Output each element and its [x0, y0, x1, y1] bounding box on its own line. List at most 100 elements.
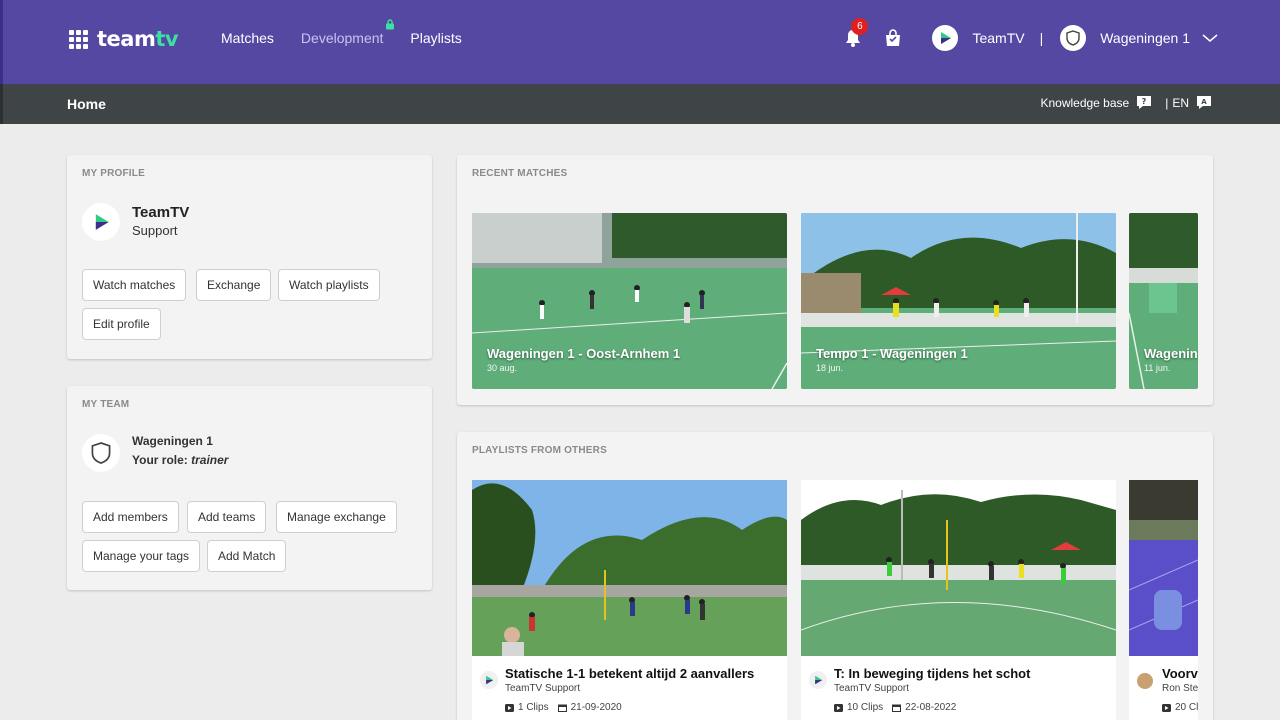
- nav-playlists[interactable]: Playlists: [410, 30, 461, 46]
- notification-badge: 6: [851, 18, 869, 35]
- match-video-still: [801, 213, 1116, 389]
- team-avatar[interactable]: [1060, 25, 1087, 51]
- teamtv-logo[interactable]: teamtv: [97, 27, 179, 51]
- match-thumbnail[interactable]: Wageningen 1 - Oost-Arnhem 1 30 aug.: [472, 213, 787, 389]
- translate-icon[interactable]: A: [1195, 95, 1213, 110]
- brand[interactable]: teamtv: [69, 27, 179, 51]
- playlist-meta: 10 Clips 22-08-2022: [834, 702, 956, 713]
- manage-exchange-button[interactable]: Manage exchange: [276, 501, 397, 533]
- playlist-title: T: In beweging tijdens het schot: [834, 666, 1031, 681]
- playlist-clip-count: 20 Cl: [1175, 702, 1198, 713]
- match-video-still: [472, 213, 787, 389]
- nav-matches[interactable]: Matches: [221, 30, 274, 46]
- add-members-button[interactable]: Add members: [82, 501, 179, 533]
- team-role-value: trainer: [191, 453, 229, 467]
- playlist-meta: 20 Cl: [1162, 702, 1198, 713]
- svg-text:A: A: [1201, 98, 1207, 106]
- teamtv-play-icon: [95, 214, 109, 230]
- top-navigation-bar: teamtv Matches Development Playlists 6 T…: [0, 0, 1280, 84]
- nav-development[interactable]: Development: [300, 19, 395, 46]
- language-separator: |: [1165, 95, 1169, 110]
- sub-bar-right: Knowledge base ? | EN A: [1040, 95, 1213, 110]
- calendar-icon: [557, 704, 567, 712]
- shopping-bag-icon: [886, 29, 901, 46]
- playlist-avatar: [480, 671, 498, 689]
- knowledge-base-link[interactable]: Knowledge base: [1040, 96, 1129, 110]
- watch-playlists-button[interactable]: Watch playlists: [278, 269, 380, 301]
- team-avatar-large: [82, 434, 120, 472]
- profile-avatar: [82, 203, 120, 241]
- playlist-meta: 1 Clips 21-09-2020: [505, 702, 622, 713]
- playlist-title: Statische 1-1 betekent altijd 2 aanvalle…: [505, 666, 755, 681]
- playlist-thumbnail[interactable]: [472, 480, 787, 656]
- chevron-down-icon[interactable]: [1202, 33, 1218, 43]
- video-icon: [1162, 703, 1171, 712]
- match-title: Tempo 1 - Wageningen 1: [816, 346, 968, 361]
- my-team-card: MY TEAM Wageningen 1 Your role: trainer …: [67, 386, 432, 590]
- playlist-date: 21-09-2020: [570, 702, 622, 713]
- playlist-info[interactable]: T: In beweging tijdens het schot TeamTV …: [801, 656, 1116, 720]
- teamtv-play-icon: [486, 675, 494, 685]
- match-thumbnail[interactable]: Tempo 1 - Wageningen 1 18 jun.: [801, 213, 1116, 389]
- match-title: Wagenin: [1144, 346, 1198, 361]
- playlist-clip-count: 1 Clips: [518, 702, 549, 713]
- match-title: Wageningen 1 - Oost-Arnhem 1: [487, 346, 681, 361]
- watch-matches-button[interactable]: Watch matches: [82, 269, 187, 301]
- playlist-video-still: [801, 480, 1116, 656]
- teamtv-play-icon: [941, 32, 952, 44]
- playlist-title: Voorv: [1162, 666, 1198, 681]
- match-date: 11 jun.: [1144, 363, 1171, 373]
- playlists-title: PLAYLISTS FROM OTHERS: [472, 445, 607, 456]
- sub-navigation-bar: Home Knowledge base ? | EN A: [0, 84, 1280, 124]
- profile-role: Support: [132, 223, 178, 238]
- language-switcher[interactable]: EN: [1172, 96, 1189, 110]
- shield-icon: [1066, 30, 1080, 46]
- edit-profile-button[interactable]: Edit profile: [82, 308, 161, 340]
- match-thumbnail[interactable]: Wagenin 11 jun.: [1129, 213, 1198, 389]
- playlist-avatar: [809, 671, 827, 689]
- playlist-thumbnail[interactable]: [801, 480, 1116, 656]
- author-avatar: [1135, 671, 1155, 691]
- playlist-author: TeamTV Support: [834, 683, 910, 694]
- teamtv-play-icon: [815, 675, 823, 685]
- playlists-card: PLAYLISTS FROM OTHERS Statische 1-1 bete…: [457, 432, 1213, 720]
- video-icon: [834, 703, 843, 712]
- help-chat-icon[interactable]: ?: [1135, 95, 1153, 110]
- shield-icon: [91, 442, 111, 464]
- playlist-author: TeamTV Support: [505, 683, 581, 694]
- team-switcher[interactable]: Wageningen 1: [1100, 30, 1190, 46]
- user-avatar[interactable]: [932, 25, 959, 51]
- exchange-button[interactable]: Exchange: [196, 269, 272, 301]
- my-profile-title: MY PROFILE: [82, 168, 145, 179]
- manage-tags-button[interactable]: Manage your tags: [82, 540, 201, 572]
- playlist-info[interactable]: Statische 1-1 betekent altijd 2 aanvalle…: [472, 656, 787, 720]
- main-nav: Matches Development Playlists: [221, 19, 489, 46]
- team-role: Your role: trainer: [132, 453, 228, 467]
- playlist-video-still: [1129, 480, 1198, 656]
- playlist-date: 22-08-2022: [905, 702, 957, 713]
- playlist-info[interactable]: Voorv Ron Ste 20 Cl: [1129, 656, 1198, 720]
- shop-button[interactable]: [882, 27, 904, 49]
- video-icon: [505, 703, 514, 712]
- team-role-label: Your role:: [132, 453, 188, 467]
- notifications-button[interactable]: 6: [842, 18, 869, 49]
- header-separator: |: [1039, 30, 1044, 46]
- user-name[interactable]: TeamTV: [972, 30, 1024, 46]
- recent-matches-title: RECENT MATCHES: [472, 168, 568, 179]
- add-teams-button[interactable]: Add teams: [187, 501, 267, 533]
- match-date: 18 jun.: [816, 363, 844, 373]
- profile-name: TeamTV: [132, 204, 190, 221]
- apps-grid-icon[interactable]: [69, 29, 88, 49]
- calendar-icon: [892, 704, 902, 712]
- playlist-author: Ron Ste: [1162, 683, 1198, 694]
- playlist-clip-count: 10 Clips: [847, 702, 884, 713]
- add-match-button[interactable]: Add Match: [207, 540, 287, 572]
- playlist-video-still: [472, 480, 787, 656]
- my-profile-card: MY PROFILE TeamTV Support Watch matches …: [67, 155, 432, 359]
- playlist-thumbnail[interactable]: [1129, 480, 1198, 656]
- match-date: 30 aug.: [487, 363, 518, 373]
- nav-development-label: Development: [300, 30, 384, 46]
- recent-matches-card: RECENT MATCHES Wageningen 1 - Oost-Arnhe…: [457, 155, 1213, 405]
- breadcrumb-home[interactable]: Home: [67, 96, 106, 112]
- svg-text:?: ?: [1142, 97, 1147, 106]
